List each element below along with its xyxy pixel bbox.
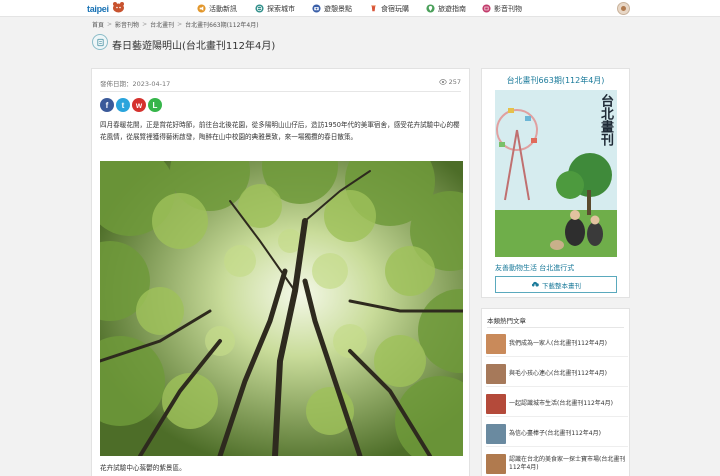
nav-item-food-lodging[interactable]: 食宿玩購 bbox=[369, 3, 409, 14]
eye-icon bbox=[438, 79, 447, 85]
logo-wordmark: taipei bbox=[87, 4, 109, 14]
drink-icon bbox=[371, 5, 376, 12]
article-intro: 四月春暖花開，正是賞花好時節，前往台北後花園，從多陽明山山仔后，造訪1950年代… bbox=[100, 121, 460, 141]
weibo-share-icon[interactable]: w bbox=[132, 98, 146, 112]
hot-articles-panel: 本類熱門文章 我們成為一家人(台北畫刊112年4月) 與毛小孩心連心(台北畫刊1… bbox=[481, 308, 630, 476]
breadcrumb-media[interactable]: 影音刊物 bbox=[115, 20, 139, 29]
magazine-issue-card: 台北畫刊663期(112年4月) 台北畫刊 友善動物生活 台北進行式 下載整本畫… bbox=[481, 68, 630, 298]
breadcrumb-taipei-pictorial[interactable]: 台北畫刊 bbox=[150, 20, 174, 29]
hot-article-thumbnail bbox=[486, 423, 506, 444]
camera-icon bbox=[312, 4, 321, 13]
cloud-download-icon bbox=[531, 281, 539, 288]
hot-article-item[interactable]: 認識在台北的美食家一探士寶市場(台北畫刊112年4月) bbox=[486, 451, 628, 476]
magazine-cover-title: 台北畫刊 bbox=[598, 94, 613, 146]
hot-article-item[interactable]: 與毛小孩心連心(台北畫刊112年4月) bbox=[486, 361, 628, 387]
nav-item-media[interactable]: 影音刊物 bbox=[482, 3, 522, 14]
article-photo-trees bbox=[100, 161, 463, 456]
hot-article-thumbnail bbox=[486, 363, 506, 384]
download-magazine-button[interactable]: 下載整本畫刊 bbox=[495, 276, 617, 293]
line-share-icon[interactable]: L bbox=[148, 98, 162, 112]
hot-article-item[interactable]: 一起認識城市生活(台北畫刊112年4月) bbox=[486, 391, 628, 417]
tree-canopy-image bbox=[100, 161, 463, 456]
photo-caption: 花卉試驗中心蓊鬱的紫景區。 bbox=[100, 464, 186, 472]
taipei-logo[interactable]: taipei bbox=[87, 1, 127, 15]
magazine-cover[interactable]: 台北畫刊 bbox=[495, 90, 617, 257]
megaphone-icon bbox=[197, 4, 206, 13]
magazine-badge-icon bbox=[92, 34, 108, 50]
hot-articles-title: 本類熱門文章 bbox=[487, 317, 526, 325]
magazine-tagline[interactable]: 友善動物生活 台北進行式 bbox=[495, 263, 574, 273]
share-buttons: f t w L bbox=[100, 98, 162, 112]
view-count: 257 bbox=[438, 78, 461, 86]
hot-article-thumbnail bbox=[486, 333, 506, 354]
breadcrumb-home[interactable]: 首頁 bbox=[92, 20, 104, 29]
article-card: 發佈日期：2023-04-17 257 f t w L 四月春暖花開，正是賞花好… bbox=[91, 68, 470, 476]
nav-item-attractions[interactable]: 遊憩景點 bbox=[312, 3, 352, 14]
breadcrumb-separator: > bbox=[177, 21, 183, 28]
magazine-issue-title[interactable]: 台北畫刊663期(112年4月) bbox=[482, 75, 629, 86]
nav-item-explore[interactable]: 探索城市 bbox=[255, 3, 295, 14]
breadcrumb: 首頁 > 影音刊物 > 台北畫刊 > 台北畫刊663期(112年4月) bbox=[92, 20, 259, 29]
divider bbox=[487, 327, 624, 328]
nav-item-activities[interactable]: 活動新訊 bbox=[197, 3, 237, 14]
top-navigation-bar: taipei 活動新訊 探索城市 遊憩景點 食宿玩購 旅遊指南 影音刊物 bbox=[0, 0, 720, 17]
hot-article-item[interactable]: 我們成為一家人(台北畫刊112年4月) bbox=[486, 331, 628, 357]
globe-icon bbox=[255, 4, 264, 13]
member-avatar-icon[interactable] bbox=[617, 2, 630, 15]
publish-date: 發佈日期：2023-04-17 bbox=[100, 80, 171, 88]
map-pin-icon bbox=[426, 4, 435, 13]
facebook-share-icon[interactable]: f bbox=[100, 98, 114, 112]
film-icon bbox=[482, 4, 491, 13]
divider bbox=[100, 91, 461, 92]
breadcrumb-separator: > bbox=[142, 21, 148, 28]
nav-item-travel-guide[interactable]: 旅遊指南 bbox=[426, 3, 466, 14]
page-title: 春日藝遊陽明山(台北畫刊112年4月) bbox=[112, 41, 276, 52]
hot-article-thumbnail bbox=[486, 454, 506, 474]
breadcrumb-current-issue[interactable]: 台北畫刊663期(112年4月) bbox=[185, 20, 258, 29]
hot-article-item[interactable]: 為信心盡棒子(台北畫刊112年4月) bbox=[486, 421, 628, 447]
twitter-share-icon[interactable]: t bbox=[116, 98, 130, 112]
bear-mascot-icon bbox=[113, 2, 124, 13]
hot-article-thumbnail bbox=[486, 393, 506, 414]
breadcrumb-separator: > bbox=[107, 21, 113, 28]
